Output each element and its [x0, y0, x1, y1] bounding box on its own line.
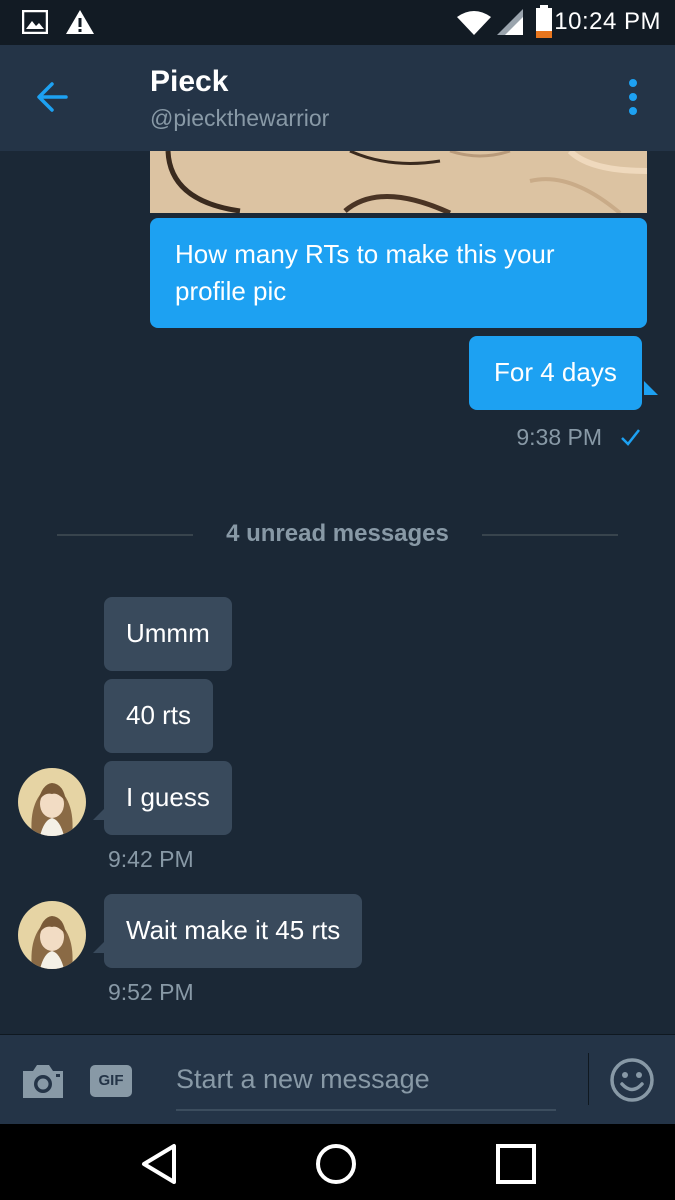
battery-icon: [536, 5, 552, 38]
shared-image[interactable]: [150, 151, 647, 213]
nav-recent-button[interactable]: [492, 1140, 540, 1188]
status-time: 10:24 PM: [554, 8, 661, 35]
avatar-image: [18, 768, 86, 836]
more-vertical-icon: [629, 79, 637, 115]
back-button[interactable]: [30, 75, 78, 119]
bubble-tail: [644, 381, 658, 395]
shared-image-artwork: [150, 151, 647, 213]
status-bar: 10:24 PM: [0, 0, 675, 45]
message-bubble-outgoing[interactable]: How many RTs to make this your profile p…: [150, 218, 647, 328]
checkmark-icon: [621, 429, 640, 446]
divider-line: [588, 1053, 589, 1105]
back-arrow-icon: [37, 82, 68, 112]
message-bubble-incoming[interactable]: I guess: [104, 761, 232, 835]
gif-button[interactable]: GIF: [90, 1065, 132, 1097]
conversation-header: Pieck @pieckthewarrior: [0, 45, 675, 151]
message-composer: GIF: [0, 1034, 675, 1124]
conversation-title[interactable]: Pieck: [150, 65, 228, 99]
avatar[interactable]: [18, 768, 86, 836]
image-icon: [22, 10, 48, 34]
wifi-icon: [457, 11, 491, 35]
nav-recent-icon: [496, 1144, 536, 1184]
emoji-icon: [610, 1058, 654, 1102]
conversation-handle[interactable]: @pieckthewarrior: [150, 105, 329, 132]
nav-home-icon: [316, 1144, 356, 1184]
message-list[interactable]: How many RTs to make this your profile p…: [0, 151, 675, 1034]
nav-back-icon: [142, 1144, 176, 1184]
bubble-tail: [93, 806, 107, 820]
message-timestamp: 9:38 PM: [516, 424, 602, 450]
emoji-button[interactable]: [609, 1057, 655, 1103]
camera-button[interactable]: [20, 1061, 66, 1101]
warning-icon: [66, 10, 94, 34]
message-bubble-outgoing[interactable]: For 4 days: [469, 336, 642, 410]
bubble-tail: [93, 939, 107, 953]
avatar[interactable]: [18, 901, 86, 969]
camera-icon: [23, 1065, 63, 1098]
message-timestamp: 9:42 PM: [108, 846, 194, 872]
signal-icon: [497, 9, 523, 35]
avatar-image: [18, 901, 86, 969]
message-bubble-incoming[interactable]: Ummm: [104, 597, 232, 671]
message-timestamp: 9:52 PM: [108, 979, 194, 1005]
navigation-bar: [0, 1124, 675, 1200]
nav-home-button[interactable]: [312, 1140, 360, 1188]
divider-line: [482, 534, 618, 536]
nav-back-button[interactable]: [136, 1140, 184, 1188]
message-bubble-incoming[interactable]: 40 rts: [104, 679, 214, 753]
more-options-button[interactable]: [618, 77, 648, 117]
message-input[interactable]: [176, 1055, 556, 1111]
message-bubble-incoming[interactable]: Wait make it 45 rts: [104, 894, 363, 968]
